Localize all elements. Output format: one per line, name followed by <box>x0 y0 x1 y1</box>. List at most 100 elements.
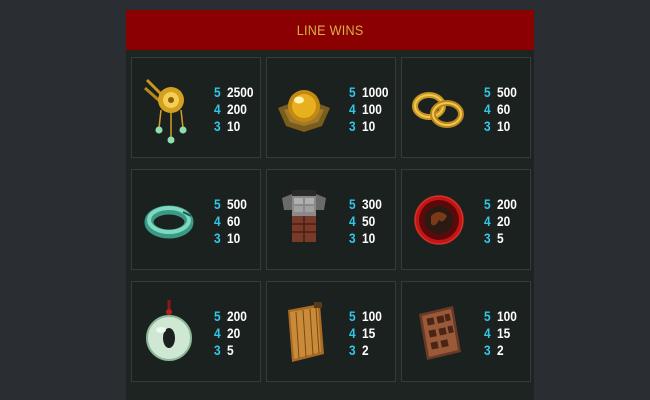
match-count: 4 <box>349 324 356 341</box>
payout-value: 2500 <box>227 83 254 100</box>
golden-orb-icon <box>273 66 335 150</box>
payout-list: 5 2500 4 200 3 10 <box>214 83 258 134</box>
payout-list: 5 200 4 20 35 <box>214 307 250 358</box>
payout-value: 10 <box>362 117 376 134</box>
payout-row: 4 15 <box>349 324 385 341</box>
payout-row: 4 15 <box>484 324 520 341</box>
match-count: 3 <box>214 117 221 134</box>
match-count: 5 <box>214 307 221 324</box>
bronze-tablet-icon <box>408 290 470 374</box>
payout-list: 5 500 4 60 3 10 <box>484 83 520 134</box>
payout-row: 4 60 <box>484 100 520 117</box>
payout-row: 5 100 <box>484 307 520 324</box>
payout-row: 4 60 <box>214 212 250 229</box>
symbol-cell: 5 500 4 60 3 10 <box>131 169 261 270</box>
symbol-cell: 5 300 4 50 3 10 <box>266 169 396 270</box>
payout-row: 4 20 <box>484 212 520 229</box>
payout-value: 15 <box>497 324 511 341</box>
payout-value: 20 <box>227 324 241 341</box>
payout-value: 500 <box>227 195 247 212</box>
payout-row: 3 10 <box>349 229 385 246</box>
jade-disc-icon <box>138 290 200 374</box>
match-count: 3 <box>484 341 491 358</box>
payout-list: 5 200 4 20 35 <box>484 195 520 246</box>
payout-value: 2 <box>497 341 504 358</box>
match-count: 5 <box>349 83 356 100</box>
payout-row: 4 100 <box>349 100 393 117</box>
payout-value: 5 <box>227 341 234 358</box>
payout-row: 3 10 <box>214 229 250 246</box>
match-count: 4 <box>214 100 221 117</box>
payout-value: 1000 <box>362 83 389 100</box>
payout-row: 5 2500 <box>214 83 258 100</box>
payout-list: 5 100 4 15 32 <box>484 307 520 358</box>
payout-value: 100 <box>362 307 382 324</box>
payout-value: 60 <box>227 212 241 229</box>
payout-row: 35 <box>214 341 250 358</box>
match-count: 5 <box>349 195 356 212</box>
match-count: 5 <box>484 195 491 212</box>
match-count: 4 <box>484 212 491 229</box>
symbol-cell: 5 200 4 20 35 <box>131 281 261 382</box>
match-count: 4 <box>349 100 356 117</box>
symbol-cell: 5 100 4 15 32 <box>401 281 531 382</box>
match-count: 3 <box>214 341 221 358</box>
payout-row: 3 10 <box>214 117 258 134</box>
payout-list: 5 100 4 15 32 <box>349 307 385 358</box>
payout-value: 100 <box>362 100 382 117</box>
match-count: 4 <box>484 324 491 341</box>
payout-value: 300 <box>362 195 382 212</box>
payout-value: 20 <box>497 212 511 229</box>
payout-row: 5 1000 <box>349 83 393 100</box>
symbol-cell: 5 1000 4 100 3 10 <box>266 57 396 158</box>
header-title: LINE WINS <box>296 22 364 38</box>
payout-value: 50 <box>362 212 376 229</box>
bamboo-scroll-icon <box>273 290 335 374</box>
match-count: 3 <box>484 117 491 134</box>
payout-value: 200 <box>227 307 247 324</box>
payout-value: 100 <box>497 307 517 324</box>
match-count: 5 <box>349 307 356 324</box>
payout-value: 200 <box>227 100 247 117</box>
match-count: 3 <box>484 229 491 246</box>
payout-value: 15 <box>362 324 376 341</box>
payout-list: 5 1000 4 100 3 10 <box>349 83 393 134</box>
payout-row: 32 <box>349 341 385 358</box>
gold-bracelets-icon <box>408 66 470 150</box>
match-count: 5 <box>214 83 221 100</box>
match-count: 3 <box>214 229 221 246</box>
payout-row: 5 500 <box>214 195 250 212</box>
payout-row: 5 300 <box>349 195 385 212</box>
payout-row: 4 200 <box>214 100 258 117</box>
payout-row: 5 200 <box>214 307 250 324</box>
payout-list: 5 300 4 50 3 10 <box>349 195 385 246</box>
payout-value: 200 <box>497 195 517 212</box>
symbol-grid: 5 2500 4 200 3 10 5 1000 4 100 3 10 5 50… <box>131 57 531 382</box>
armor-icon <box>273 178 335 262</box>
payout-row: 3 10 <box>484 117 520 134</box>
paytable-panel: LINE WINS 5 2500 4 200 3 10 5 1000 4 100… <box>126 10 534 400</box>
payout-row: 3 10 <box>349 117 393 134</box>
match-count: 3 <box>349 117 356 134</box>
match-count: 5 <box>484 307 491 324</box>
payout-value: 5 <box>497 229 504 246</box>
payout-value: 2 <box>362 341 369 358</box>
match-count: 3 <box>349 341 356 358</box>
match-count: 4 <box>349 212 356 229</box>
payout-row: 5 100 <box>349 307 385 324</box>
match-count: 5 <box>484 83 491 100</box>
match-count: 5 <box>214 195 221 212</box>
payout-value: 10 <box>362 229 376 246</box>
payout-value: 60 <box>497 100 511 117</box>
payout-value: 10 <box>497 117 511 134</box>
jade-bangle-icon <box>138 178 200 262</box>
match-count: 3 <box>349 229 356 246</box>
payout-row: 35 <box>484 229 520 246</box>
match-count: 4 <box>214 212 221 229</box>
payout-value: 10 <box>227 117 241 134</box>
payout-row: 4 50 <box>349 212 385 229</box>
payout-row: 4 20 <box>214 324 250 341</box>
payout-row: 32 <box>484 341 520 358</box>
payout-value: 10 <box>227 229 241 246</box>
payout-row: 5 500 <box>484 83 520 100</box>
